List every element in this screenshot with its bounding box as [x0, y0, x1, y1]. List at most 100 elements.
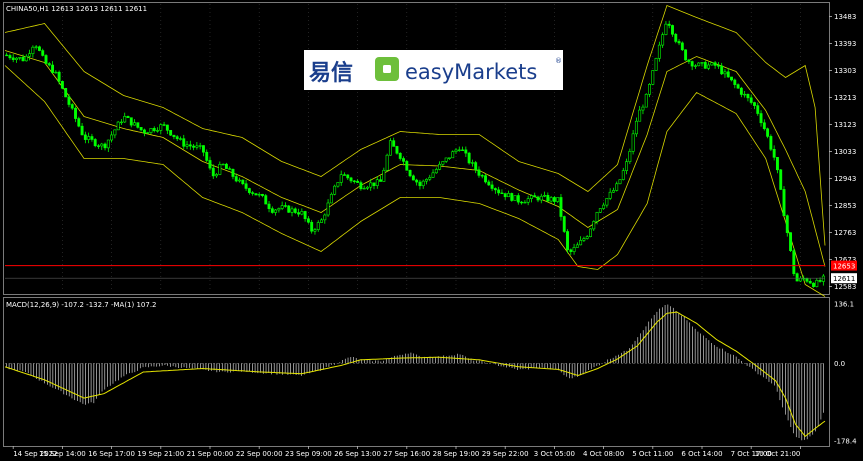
- candle: [651, 70, 655, 86]
- current-price-label: 12611: [833, 275, 855, 283]
- candle-body: [707, 64, 711, 69]
- candle-body: [759, 113, 763, 124]
- candle-body: [736, 84, 740, 89]
- candle-body: [228, 168, 232, 170]
- candle-body: [77, 118, 81, 127]
- time-tick-label: 10 Oct 21:00: [755, 450, 801, 458]
- candle-body: [480, 175, 484, 177]
- candle-body: [208, 160, 212, 169]
- candle-body: [64, 88, 68, 98]
- candle-body: [297, 212, 301, 215]
- candle-body: [654, 58, 658, 71]
- candle-body: [283, 205, 287, 207]
- candle-body: [493, 188, 497, 191]
- candle-body: [5, 54, 9, 57]
- time-tick-label: 26 Sep 13:00: [334, 450, 381, 458]
- candle: [451, 150, 455, 159]
- candle-body: [415, 179, 419, 183]
- candle-body: [611, 190, 615, 193]
- candle-body: [520, 201, 524, 204]
- candle: [329, 192, 333, 204]
- candle-body: [290, 208, 294, 213]
- candle-body: [349, 177, 353, 182]
- candle-body: [559, 197, 563, 217]
- candle-body: [674, 33, 678, 42]
- candle-body: [51, 64, 55, 73]
- candle-body: [585, 236, 589, 239]
- candle-body: [503, 193, 507, 198]
- candle: [697, 62, 701, 67]
- time-tick-label: 5 Oct 11:00: [632, 450, 673, 458]
- time-tick-label: 28 Sep 19:00: [433, 450, 480, 458]
- candle-body: [703, 62, 707, 69]
- candle: [395, 145, 399, 155]
- candle-body: [805, 278, 809, 282]
- candle-body: [785, 215, 789, 233]
- candle-body: [661, 34, 665, 46]
- candle: [513, 195, 517, 201]
- candle-body: [162, 124, 166, 126]
- candle-body: [313, 229, 317, 232]
- candle-body: [211, 167, 215, 177]
- candle: [674, 32, 678, 44]
- time-tick-label: 19 Sep 21:00: [137, 450, 184, 458]
- candle-body: [336, 182, 340, 187]
- candle-body: [270, 208, 274, 213]
- candle-body: [80, 125, 84, 136]
- candle-body: [582, 238, 586, 241]
- candle: [467, 151, 471, 165]
- candle-body: [749, 97, 753, 103]
- candle-body: [434, 169, 438, 174]
- candle-body: [221, 163, 225, 166]
- candle-body: [346, 174, 350, 179]
- candle: [510, 192, 514, 202]
- candle-body: [323, 214, 327, 221]
- candle-body: [467, 152, 471, 164]
- candle-body: [152, 128, 156, 132]
- candle-body: [756, 105, 760, 114]
- candle-body: [690, 61, 694, 67]
- candle-body: [730, 76, 733, 81]
- candle-body: [333, 185, 337, 195]
- chart-canvas[interactable]: 136.1 0.0 -178.4 13483 13393 13303 13213 13123…: [0, 0, 863, 461]
- candle-body: [201, 145, 205, 153]
- candle-body: [375, 179, 379, 186]
- candle-body: [608, 191, 612, 199]
- candle-body: [300, 211, 304, 215]
- current-price-tag: 12611: [831, 273, 857, 284]
- candle-body: [83, 134, 87, 140]
- candle: [333, 184, 337, 196]
- candle-body: [402, 158, 405, 162]
- candle-body: [37, 46, 41, 51]
- candle-body: [405, 161, 409, 171]
- candle-body: [628, 151, 632, 162]
- time-tick-label: 23 Sep 09:00: [285, 450, 332, 458]
- chart-window: 136.1 0.0 -178.4 13483 13393 13303 13213 13123…: [0, 0, 863, 461]
- time-tick-label: 16 Sep 17:00: [88, 450, 135, 458]
- candle-body: [74, 107, 77, 119]
- candle-body: [821, 275, 825, 282]
- candle-body: [529, 195, 533, 199]
- candle-body: [556, 197, 560, 202]
- easymarkets-logo: 易信 easyMarkets ®: [304, 50, 563, 90]
- candle-body: [664, 23, 668, 35]
- candle-body: [15, 57, 18, 60]
- candle-body: [320, 219, 323, 223]
- candle-body: [251, 192, 255, 194]
- candle-body: [97, 145, 100, 147]
- candle-body: [451, 151, 455, 159]
- candle: [566, 229, 569, 254]
- candle: [792, 248, 796, 276]
- price-tick-label: 12583: [834, 283, 856, 291]
- time-tick-label: 4 Oct 08:00: [583, 450, 624, 458]
- logo-brand-text: easyMarkets: [405, 60, 537, 84]
- candle-body: [169, 130, 173, 136]
- candle: [44, 54, 48, 65]
- candle-body: [28, 53, 32, 57]
- candle-body: [34, 46, 38, 48]
- candle-body: [500, 192, 504, 195]
- candle-body: [634, 120, 638, 135]
- candle-body: [179, 138, 182, 140]
- candle-body: [523, 201, 527, 204]
- candle-body: [379, 179, 383, 182]
